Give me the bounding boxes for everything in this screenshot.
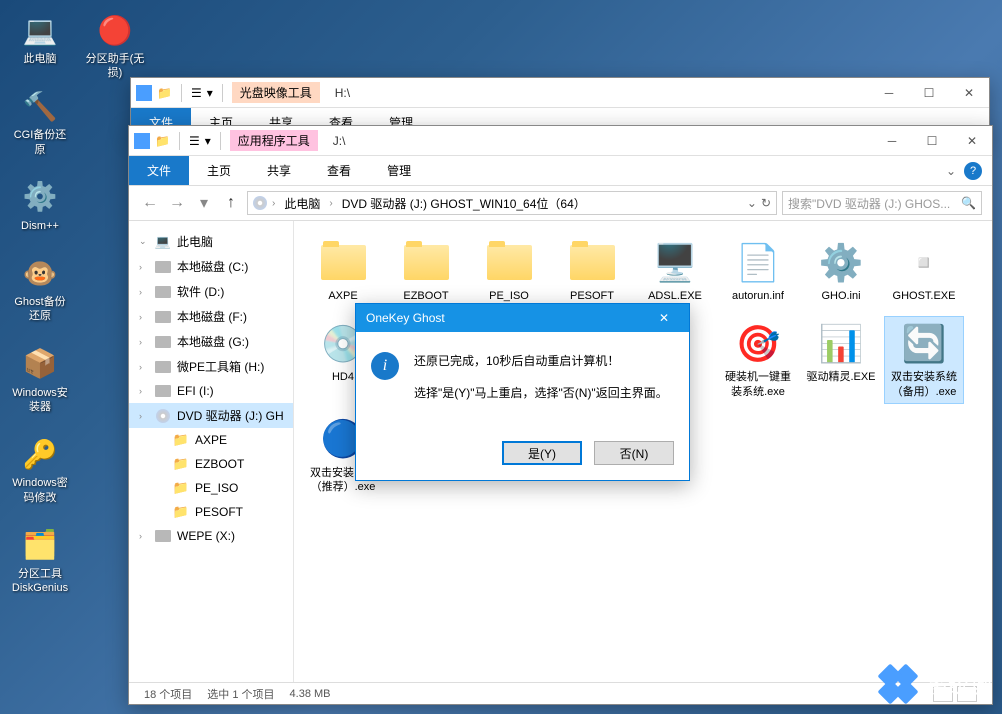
maximize-button[interactable]: ☐ [912,126,952,156]
tree-item[interactable]: 📁EZBOOT [129,452,293,476]
tree-item[interactable]: ›微PE工具箱 (H:) [129,354,293,379]
qa-properties-icon[interactable]: ☰ [189,134,200,148]
refresh-icon[interactable]: ↻ [761,196,771,210]
qa-properties-icon[interactable]: ☰ [191,86,202,100]
desktop-icons-col1: 💻此电脑 🔨CGI备份还原 ⚙️Dism++ 🐵Ghost备份还原 📦Windo… [10,10,80,616]
dialog-message-1: 还原已完成，10秒后自动重启计算机！ [414,352,668,370]
titlebar-path-j: J:\ [333,134,346,148]
file-item[interactable]: PESOFT [553,236,631,307]
desktop-icon-diskgenius[interactable]: 🗂️分区工具DiskGenius [10,525,70,596]
tree-item[interactable]: 📁PE_ISO [129,476,293,500]
status-bar: 18 个项目 选中 1 个项目 4.38 MB [129,682,992,704]
nav-up-button[interactable]: ↑ [220,192,242,214]
tab-manage[interactable]: 管理 [369,156,429,185]
tree-item[interactable]: ›本地磁盘 (F:) [129,304,293,329]
breadcrumb-this-pc[interactable]: 此电脑 [280,193,324,214]
watermark-logo-icon [870,656,927,713]
minimize-button[interactable]: ─ [869,78,909,108]
drive-icon [253,196,267,210]
address-bar[interactable]: › 此电脑 › DVD 驱动器 (J:) GHOST_WIN10_64位（64）… [247,191,777,215]
desktop-icon-cgi-backup[interactable]: 🔨CGI备份还原 [10,86,70,157]
desktop-icon-ghost-backup[interactable]: 🐵Ghost备份还原 [10,253,70,324]
titlebar-back[interactable]: 📁 ☰ ▾ 光盘映像工具 H:\ ─ ☐ ✕ [131,78,989,108]
tab-home[interactable]: 主页 [189,156,249,185]
desktop-icon-this-pc[interactable]: 💻此电脑 [10,10,70,66]
nav-back-button[interactable]: ← [139,192,161,214]
explorer-icon [136,85,152,101]
search-icon[interactable]: 🔍 [961,196,976,210]
watermark-url: xitongcheng.com [904,652,987,664]
dialog-titlebar[interactable]: OneKey Ghost ✕ [356,304,689,332]
minimize-button[interactable]: ─ [872,126,912,156]
address-dropdown-icon[interactable]: ⌄ [747,196,757,210]
watermark: 系统城 [878,664,992,704]
file-item[interactable]: PE_ISO [470,236,548,307]
file-item[interactable]: 🔄双击安装系统（备用）.exe [885,317,963,403]
explorer-icon [134,133,150,149]
onekey-ghost-dialog: OneKey Ghost ✕ i 还原已完成，10秒后自动重启计算机！ 选择"是… [355,303,690,481]
nav-history-button[interactable]: ▾ [193,192,215,214]
tab-share[interactable]: 共享 [249,156,309,185]
ribbon-tabs-front: 文件 主页 共享 查看 管理 ⌄ ? [129,156,992,186]
dialog-close-button[interactable]: ✕ [649,311,679,325]
tree-item[interactable]: ›软件 (D:) [129,279,293,304]
tree-this-pc[interactable]: ⌄💻此电脑 [129,229,293,254]
qa-new-folder-icon[interactable]: 📁 [155,134,170,148]
tree-item[interactable]: ›本地磁盘 (C:) [129,254,293,279]
file-item[interactable]: 📄autorun.inf [719,236,797,307]
file-item[interactable]: ▫️GHOST.EXE [885,236,963,307]
file-item[interactable]: 🎯硬装机一键重装系统.exe [719,317,797,403]
desktop-icon-windows-password[interactable]: 🔑Windows密码修改 [10,434,70,505]
file-item[interactable]: 🖥️ADSL.EXE [636,236,714,307]
titlebar-front[interactable]: 📁 ☰ ▾ 应用程序工具 J:\ ─ ☐ ✕ [129,126,992,156]
help-icon[interactable]: ? [964,162,982,180]
nav-forward-button[interactable]: → [166,192,188,214]
tree-item[interactable]: 📁AXPE [129,428,293,452]
file-item[interactable]: ⚙️GHO.ini [802,236,880,307]
tree-item[interactable]: ›EFI (I:) [129,379,293,403]
dialog-title-text: OneKey Ghost [366,311,445,325]
file-item[interactable]: EZBOOT [387,236,465,307]
tree-item[interactable]: ›WEPE (X:) [129,524,293,548]
close-button[interactable]: ✕ [949,78,989,108]
dialog-message-2: 选择"是(Y)"马上重启，选择"否(N)"返回主界面。 [414,384,668,402]
tree-item[interactable]: ›本地磁盘 (G:) [129,329,293,354]
tab-view[interactable]: 查看 [309,156,369,185]
nav-bar: ← → ▾ ↑ › 此电脑 › DVD 驱动器 (J:) GHOST_WIN10… [129,186,992,221]
tab-file[interactable]: 文件 [129,156,189,185]
maximize-button[interactable]: ☐ [909,78,949,108]
titlebar-path-h: H:\ [335,86,350,100]
breadcrumb-dvd[interactable]: DVD 驱动器 (J:) GHOST_WIN10_64位（64） [338,193,590,214]
file-item[interactable]: AXPE [304,236,382,307]
desktop-icon-dism[interactable]: ⚙️Dism++ [10,177,70,233]
qa-new-folder-icon[interactable]: 📁 [157,86,172,100]
search-input[interactable]: 搜索"DVD 驱动器 (J:) GHOS... 🔍 [782,191,982,215]
navigation-pane: ⌄💻此电脑 ›本地磁盘 (C:)›软件 (D:)›本地磁盘 (F:)›本地磁盘 … [129,221,294,682]
ribbon-expand-icon[interactable]: ⌄ [946,164,956,178]
tool-badge-disc: 光盘映像工具 [232,82,320,103]
file-item[interactable]: 📊驱动精灵.EXE [802,317,880,403]
close-button[interactable]: ✕ [952,126,992,156]
desktop-icon-windows-installer[interactable]: 📦Windows安装器 [10,344,70,415]
status-size: 4.38 MB [290,688,331,700]
info-icon: i [371,352,399,380]
desktop-icon-partition-assistant[interactable]: 🔴分区助手(无损) [85,10,145,81]
dialog-yes-button[interactable]: 是(Y) [502,441,582,465]
tool-badge-app: 应用程序工具 [230,130,318,151]
status-item-count: 18 个项目 [144,686,192,702]
dialog-no-button[interactable]: 否(N) [594,441,674,465]
status-selected: 选中 1 个项目 [207,686,274,702]
tree-item[interactable]: 📁PESOFT [129,500,293,524]
tree-item[interactable]: ›DVD 驱动器 (J:) GH [129,403,293,428]
